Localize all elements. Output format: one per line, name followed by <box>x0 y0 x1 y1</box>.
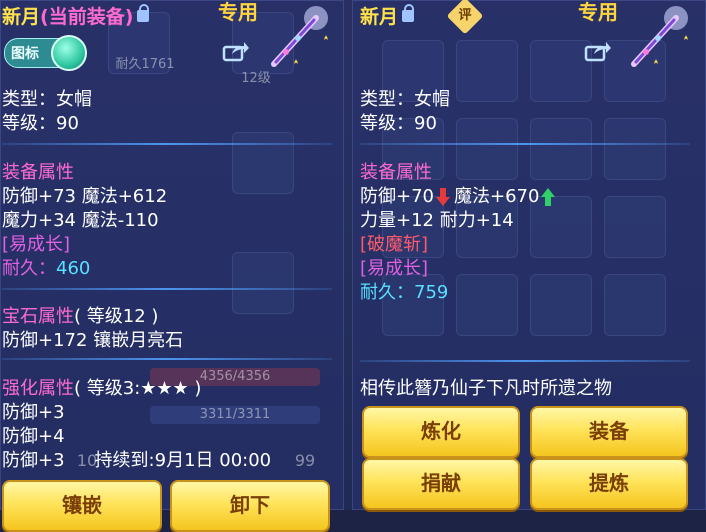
toggle-knob <box>51 35 87 71</box>
share-icon[interactable] <box>222 40 250 62</box>
divider <box>2 358 332 360</box>
stat-line: 力量+12 耐力+14 <box>360 210 514 231</box>
growth-tag: [易成长] <box>2 234 71 255</box>
item-description: 相传此簪乃仙子下凡时所遗之物 <box>360 378 612 399</box>
enhance-level: ( 等级3:★★★ ) <box>74 378 202 399</box>
lock-icon <box>402 3 415 22</box>
compare-item-panel: 新月 评 专用 类型：女帽 等级：90 装备属性 防御+70 魔法+670 力量+… <box>352 0 706 510</box>
arrow-up-icon <box>541 188 556 206</box>
stat-magic: 魔法+670 <box>454 186 540 207</box>
stat-line: 防御+73 魔法+612 <box>2 186 168 207</box>
durability-value: 759 <box>414 282 449 303</box>
item-name-text: 新月 <box>360 6 399 28</box>
equip-attr-title: 装备属性 <box>360 162 432 183</box>
item-level: 等级：90 <box>360 113 437 134</box>
lock-icon <box>137 3 150 22</box>
rate-badge-icon[interactable]: 评 <box>446 0 484 35</box>
hairpin-weapon-icon <box>264 4 334 70</box>
icon-toggle-label: 图标 <box>11 46 39 62</box>
enhance-attr-title: 强化属性 <box>2 378 74 399</box>
hairpin-weapon-icon <box>624 4 694 70</box>
item-name: 新月(当前装备) <box>2 2 150 29</box>
bg-durability-fragment: 耐久1761 <box>115 57 175 72</box>
enhance-line: 防御+3 <box>2 402 65 423</box>
stat-defense: 防御+70 <box>360 186 434 207</box>
enhance-value: 防御+3 <box>2 450 65 471</box>
stat-line: 魔力+34 魔法-110 <box>2 210 159 231</box>
equip-button[interactable]: 装备 <box>530 406 688 458</box>
enhance-duration: 持续到:9月1日 00:00 <box>94 450 272 471</box>
growth-tag: [易成长] <box>360 258 429 279</box>
item-level: 等级：90 <box>2 113 79 134</box>
enhance-line: 防御+4 <box>2 426 65 447</box>
enhance-line: 防御+3 持续到:9月1日 00:00 <box>2 446 271 472</box>
extract-button[interactable]: 提炼 <box>530 458 688 510</box>
special-label: 专用 <box>578 0 618 24</box>
durability-value: 460 <box>56 258 91 279</box>
bg-mp-bar: 3311/3311 <box>150 406 320 424</box>
stat-line-compare: 防御+70 魔法+670 <box>360 182 556 208</box>
durability-label: 耐久： <box>2 258 56 279</box>
unequip-button[interactable]: 卸下 <box>170 480 330 532</box>
divider <box>2 143 332 145</box>
share-icon[interactable] <box>584 40 612 62</box>
enhance-attr-header: 强化属性( 等级3:★★★ ) <box>2 374 201 400</box>
gem-attr-header: 宝石属性( 等级12 ) <box>2 302 158 328</box>
item-name-text: 新月 <box>2 6 41 28</box>
item-name: 新月 <box>360 2 415 29</box>
rate-badge-label: 评 <box>458 7 472 23</box>
arrow-down-icon <box>436 188 450 206</box>
gem-line: 防御+172 镶嵌月亮石 <box>2 330 184 351</box>
current-equipped-tag: (当前装备) <box>40 6 134 28</box>
divider <box>360 143 690 145</box>
divider <box>360 360 690 362</box>
refine-button[interactable]: 炼化 <box>362 406 520 458</box>
durability-label: 耐久： <box>360 282 414 303</box>
item-type: 类型：女帽 <box>360 89 450 110</box>
donate-button[interactable]: 捐献 <box>362 458 520 510</box>
bg-fragment: 99 <box>294 451 316 470</box>
icon-toggle[interactable]: 图标 <box>4 35 87 71</box>
divider <box>2 288 332 290</box>
durability: 耐久：759 <box>360 278 448 304</box>
special-skill-tag: [破魔斩] <box>360 234 429 255</box>
special-label: 专用 <box>218 0 258 24</box>
equipped-item-panel: 耐久1761 12级 4356/4356 3311/3311 10 99 新月(… <box>0 0 344 532</box>
bg-slot-level: 12级 <box>241 71 271 86</box>
item-type: 类型：女帽 <box>2 89 92 110</box>
gem-attr-title: 宝石属性 <box>2 306 74 327</box>
gem-level: ( 等级12 ) <box>74 306 159 327</box>
equip-attr-title: 装备属性 <box>2 162 74 183</box>
durability: 耐久：460 <box>2 254 90 280</box>
inlay-button[interactable]: 镶嵌 <box>2 480 162 532</box>
